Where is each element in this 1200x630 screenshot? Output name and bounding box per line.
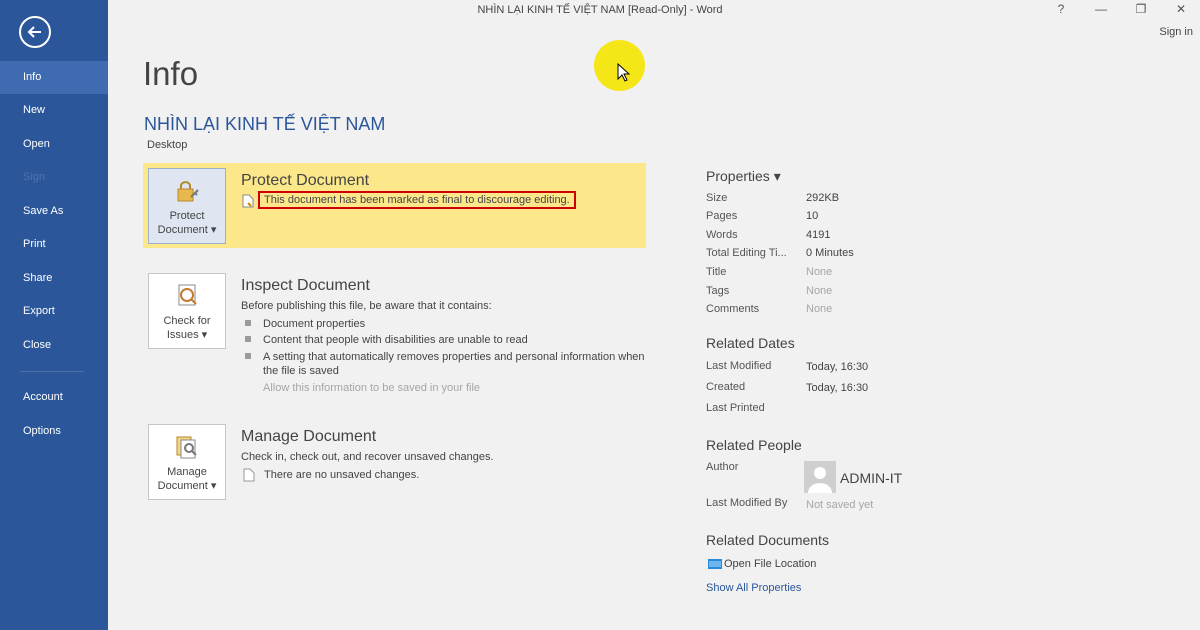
inspect-document-section: Check for Issues ▾ Inspect Document Befo… — [143, 268, 646, 398]
final-document-icon — [242, 194, 254, 208]
restore-button[interactable]: ❐ — [1129, 2, 1153, 18]
nav-print[interactable]: Print — [0, 228, 108, 261]
author-name[interactable]: ADMIN-IT — [840, 470, 902, 486]
allow-info-link[interactable]: Allow this information to be saved in yo… — [263, 381, 480, 395]
date-value: Today, 16:30 — [806, 361, 869, 373]
lock-key-icon — [177, 181, 199, 202]
nav-new[interactable]: New — [0, 94, 108, 127]
properties-heading[interactable]: Properties ▾ — [706, 168, 781, 185]
protect-document-title: Protect Document — [241, 172, 370, 189]
document-title: NHÌN LẠI KINH TẾ VIỆT NAM — [144, 114, 386, 134]
author-label: Author — [706, 461, 739, 473]
check-for-issues-button[interactable]: Check for Issues ▾ — [148, 273, 226, 349]
nav-info[interactable]: Info — [0, 61, 108, 94]
manage-document-title: Manage Document — [241, 428, 377, 445]
inspect-item-continued: the file is saved — [263, 365, 339, 377]
nav-options[interactable]: Options — [0, 415, 108, 448]
nav-share[interactable]: Share — [0, 262, 108, 295]
manage-button-label-2: Document ▾ — [157, 480, 217, 492]
related-people-heading: Related People — [706, 437, 802, 453]
show-all-properties-link[interactable]: Show All Properties — [706, 582, 801, 594]
bullet-icon — [245, 353, 251, 359]
protect-document-section: Protect Document ▾ Protect Document This… — [143, 163, 646, 248]
prop-label: Tags — [706, 285, 730, 297]
bullet-icon — [245, 336, 251, 342]
back-button[interactable] — [19, 16, 51, 48]
arrow-left-icon — [27, 26, 41, 38]
page-title: Info — [143, 55, 199, 92]
protect-document-button[interactable]: Protect Document ▾ — [148, 168, 226, 244]
prop-label: Pages — [706, 210, 738, 222]
date-label: Last Modified — [706, 360, 772, 372]
prop-value: 4191 — [806, 229, 831, 241]
prop-label: Words — [706, 229, 738, 241]
prop-tags-field[interactable]: None — [806, 285, 832, 297]
manage-button-label-1: Manage — [167, 466, 207, 478]
related-documents-heading: Related Documents — [706, 532, 829, 548]
date-label: Created — [706, 381, 746, 393]
avatar — [804, 461, 836, 493]
inspect-document-icon — [178, 284, 197, 306]
protect-button-label-1: Protect — [169, 210, 205, 222]
unsaved-changes-icon — [243, 468, 255, 482]
prop-title-field[interactable]: None — [806, 266, 832, 278]
check-issues-label-1: Check for — [163, 315, 211, 327]
window-title: NHÌN LẠI KINH TẾ VIỆT NAM [Read-Only] - … — [477, 4, 723, 16]
nav-open[interactable]: Open — [0, 128, 108, 161]
close-window-button[interactable]: ✕ — [1169, 2, 1193, 18]
prop-comments-field[interactable]: None — [806, 303, 832, 315]
prop-value: 0 Minutes — [806, 247, 854, 259]
unsaved-changes-status: There are no unsaved changes. — [264, 469, 420, 481]
manage-document-button[interactable]: Manage Document ▾ — [148, 424, 226, 500]
person-icon — [808, 467, 832, 493]
inspect-item: A setting that automatically removes pro… — [263, 351, 645, 363]
nav-divider — [20, 371, 84, 372]
help-button[interactable]: ? — [1049, 2, 1073, 18]
mouse-pointer-icon — [617, 63, 631, 82]
open-file-location-link[interactable]: Open File Location — [724, 558, 816, 570]
prop-label: Title — [706, 266, 727, 278]
inspect-item: Content that people with disabilities ar… — [263, 334, 528, 346]
inspect-item: Document properties — [263, 318, 366, 330]
nav-save-as[interactable]: Save As — [0, 195, 108, 228]
bullet-icon — [245, 320, 251, 326]
nav-close[interactable]: Close — [0, 329, 108, 362]
related-dates-heading: Related Dates — [706, 335, 795, 351]
prop-value: 10 — [806, 210, 819, 222]
prop-label: Size — [706, 192, 728, 204]
prop-label: Total Editing Ti... — [706, 247, 787, 259]
check-issues-label-2: Issues ▾ — [166, 329, 208, 341]
last-modified-by-value: Not saved yet — [806, 499, 874, 511]
manage-description: Check in, check out, and recover unsaved… — [241, 451, 494, 463]
sign-in-link[interactable]: Sign in — [1159, 26, 1193, 38]
document-location: Desktop — [147, 139, 188, 151]
nav-export[interactable]: Export — [0, 295, 108, 328]
manage-document-icon — [176, 436, 197, 459]
folder-icon — [708, 559, 722, 569]
protect-button-label-2: Document ▾ — [157, 224, 217, 236]
last-modified-by-label: Last Modified By — [706, 497, 788, 509]
manage-document-section: Manage Document ▾ Manage Document Check … — [143, 419, 646, 504]
prop-label: Comments — [706, 303, 760, 315]
inspect-intro: Before publishing this file, be aware th… — [241, 300, 492, 312]
nav-account[interactable]: Account — [0, 381, 108, 414]
backstage-sidebar: Info New Open Sign Save As Print Share E… — [0, 0, 108, 630]
nav-sign: Sign — [23, 171, 46, 183]
date-value: Today, 16:30 — [806, 382, 869, 394]
date-label: Last Printed — [706, 402, 765, 414]
marked-as-final-status: This document has been marked as final t… — [258, 191, 576, 209]
inspect-document-title: Inspect Document — [241, 277, 370, 294]
prop-value: 292KB — [806, 192, 840, 204]
minimize-button[interactable]: — — [1089, 2, 1113, 18]
